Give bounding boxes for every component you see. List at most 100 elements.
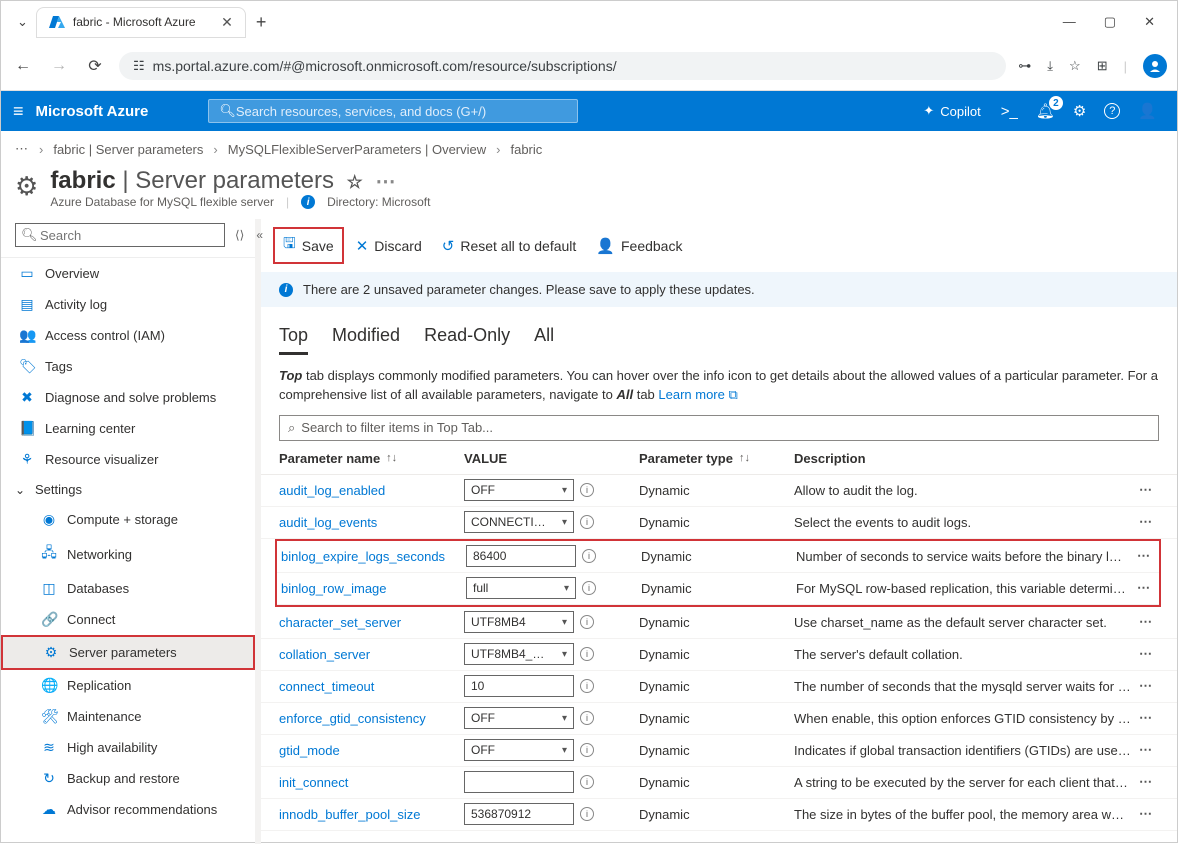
parameter-name-link[interactable]: init_connect <box>279 775 464 790</box>
row-more-icon[interactable]: ⋯ <box>1139 710 1159 726</box>
row-more-icon[interactable]: ⋯ <box>1139 742 1159 758</box>
breadcrumb-item[interactable]: fabric | Server parameters <box>53 142 203 157</box>
sidebar-item[interactable]: ⚘Resource visualizer <box>1 444 255 475</box>
info-icon[interactable]: i <box>580 515 594 529</box>
parameter-name-link[interactable]: binlog_row_image <box>281 581 466 596</box>
parameter-value-input[interactable]: 10 <box>464 675 574 697</box>
favorite-star-icon[interactable]: ☆ <box>347 172 363 192</box>
tab-readonly[interactable]: Read-Only <box>424 319 510 355</box>
parameter-name-link[interactable]: enforce_gtid_consistency <box>279 711 464 726</box>
sidebar-item[interactable]: 🔗Connect <box>1 604 255 635</box>
parameter-name-link[interactable]: innodb_buffer_pool_size <box>279 807 464 822</box>
reload-icon[interactable]: ⟳ <box>83 56 107 76</box>
tab-close-icon[interactable]: ✕ <box>221 14 233 31</box>
sidebar-item[interactable]: ≋High availability <box>1 732 255 763</box>
minimize-icon[interactable]: — <box>1063 14 1076 30</box>
row-more-icon[interactable]: ⋯ <box>1137 580 1157 596</box>
learn-more-link[interactable]: Learn more ⧉ <box>658 387 737 402</box>
info-icon[interactable]: i <box>580 647 594 661</box>
new-tab-button[interactable]: + <box>246 8 277 37</box>
sidebar-item[interactable]: ↻Backup and restore <box>1 763 255 794</box>
sidebar-section-settings[interactable]: ⌄ Settings <box>1 475 255 504</box>
install-app-icon[interactable]: ⤓ <box>1047 58 1053 74</box>
sidebar-item[interactable]: ☁Advisor recommendations <box>1 794 255 825</box>
parameter-name-link[interactable]: character_set_server <box>279 615 464 630</box>
sidebar-item[interactable]: ◉Compute + storage <box>1 504 255 535</box>
row-more-icon[interactable]: ⋯ <box>1139 678 1159 694</box>
bookmark-star-icon[interactable]: ☆ <box>1069 58 1081 74</box>
azure-brand[interactable]: Microsoft Azure <box>36 103 149 120</box>
info-icon[interactable]: i <box>582 549 596 563</box>
azure-search-input[interactable] <box>236 104 567 119</box>
breadcrumb-item[interactable]: fabric <box>510 142 542 157</box>
col-type-header[interactable]: Parameter type <box>639 451 733 466</box>
password-key-icon[interactable]: ⊶ <box>1018 58 1031 74</box>
cloud-shell-icon[interactable]: >_ <box>1001 103 1018 120</box>
parameter-value-input[interactable]: CONNECTI…▾ <box>464 511 574 533</box>
parameter-name-link[interactable]: audit_log_enabled <box>279 483 464 498</box>
sidebar-item[interactable]: 👥Access control (IAM) <box>1 320 255 351</box>
parameter-name-link[interactable]: binlog_expire_logs_seconds <box>281 549 466 564</box>
row-more-icon[interactable]: ⋯ <box>1139 514 1159 530</box>
parameter-value-input[interactable]: full▾ <box>466 577 576 599</box>
back-icon[interactable]: ← <box>11 57 35 75</box>
breadcrumb-overflow-icon[interactable]: ⋯ <box>15 141 29 157</box>
col-value-header[interactable]: VALUE <box>464 451 639 466</box>
parameter-value-input[interactable]: 86400 <box>466 545 576 567</box>
row-more-icon[interactable]: ⋯ <box>1139 614 1159 630</box>
info-icon[interactable]: i <box>580 775 594 789</box>
sidebar-menu-icon[interactable]: ⟨⟩ <box>233 228 246 242</box>
parameter-name-link[interactable]: audit_log_events <box>279 515 464 530</box>
info-icon[interactable]: i <box>580 483 594 497</box>
browser-tab[interactable]: fabric - Microsoft Azure ✕ <box>36 7 246 38</box>
sidebar-item[interactable]: ▤Activity log <box>1 289 255 320</box>
parameter-value-input[interactable]: UTF8MB4_…▾ <box>464 643 574 665</box>
tab-list-chevron-icon[interactable]: ⌄ <box>9 10 36 34</box>
sidebar-item[interactable]: 🏷Tags <box>1 351 255 382</box>
settings-gear-icon[interactable]: ⚙ <box>1073 102 1086 120</box>
parameter-value-input[interactable] <box>464 771 574 793</box>
row-more-icon[interactable]: ⋯ <box>1139 646 1159 662</box>
info-icon[interactable]: i <box>582 581 596 595</box>
tab-modified[interactable]: Modified <box>332 319 400 355</box>
site-info-icon[interactable]: ☷ <box>133 58 145 74</box>
profile-avatar[interactable] <box>1143 54 1167 78</box>
row-more-icon[interactable]: ⋯ <box>1139 806 1159 822</box>
tab-all[interactable]: All <box>534 319 554 355</box>
parameter-name-link[interactable]: collation_server <box>279 647 464 662</box>
sidebar-item[interactable]: ▭Overview <box>1 258 255 289</box>
parameter-value-input[interactable]: OFF▾ <box>464 707 574 729</box>
sort-icon[interactable]: ↑↓ <box>739 452 750 464</box>
sidebar-item[interactable]: 🌐Replication <box>1 670 255 701</box>
feedback-person-icon[interactable]: 👤 <box>1138 102 1157 120</box>
extensions-icon[interactable]: ⊞ <box>1097 58 1108 74</box>
feedback-button[interactable]: 👤 Feedback <box>588 233 690 259</box>
row-more-icon[interactable]: ⋯ <box>1137 548 1157 564</box>
parameter-name-link[interactable]: gtid_mode <box>279 743 464 758</box>
info-icon[interactable]: i <box>580 679 594 693</box>
col-name-header[interactable]: Parameter name <box>279 451 380 466</box>
menu-hamburger-icon[interactable]: ≡ <box>13 101 24 122</box>
col-desc-header[interactable]: Description <box>794 451 1139 466</box>
parameter-value-input[interactable]: UTF8MB4▾ <box>464 611 574 633</box>
forward-icon[interactable]: → <box>47 57 71 75</box>
row-more-icon[interactable]: ⋯ <box>1139 482 1159 498</box>
filter-bar[interactable]: ⌕ Search to filter items in Top Tab... <box>279 415 1159 441</box>
title-more-icon[interactable]: ⋯ <box>375 171 395 193</box>
parameter-value-input[interactable]: OFF▾ <box>464 479 574 501</box>
close-window-icon[interactable]: ✕ <box>1144 14 1155 30</box>
sidebar-search-input[interactable] <box>15 223 225 247</box>
reset-button[interactable]: ↺ Reset all to default <box>434 233 585 259</box>
breadcrumb-item[interactable]: MySQLFlexibleServerParameters | Overview <box>228 142 486 157</box>
info-icon[interactable]: i <box>580 743 594 757</box>
info-icon[interactable]: i <box>580 615 594 629</box>
copilot-button[interactable]: ✦ Copilot <box>923 103 980 119</box>
info-icon[interactable]: i <box>580 711 594 725</box>
tab-top[interactable]: Top <box>279 319 308 355</box>
azure-search[interactable]: 🔍︎ <box>208 99 578 123</box>
parameter-value-input[interactable]: 536870912 <box>464 803 574 825</box>
sidebar-item[interactable]: 🖧Networking <box>1 535 255 573</box>
parameter-name-link[interactable]: connect_timeout <box>279 679 464 694</box>
sidebar-item-server-parameters[interactable]: ⚙Server parameters <box>1 635 255 670</box>
parameter-value-input[interactable]: OFF▾ <box>464 739 574 761</box>
